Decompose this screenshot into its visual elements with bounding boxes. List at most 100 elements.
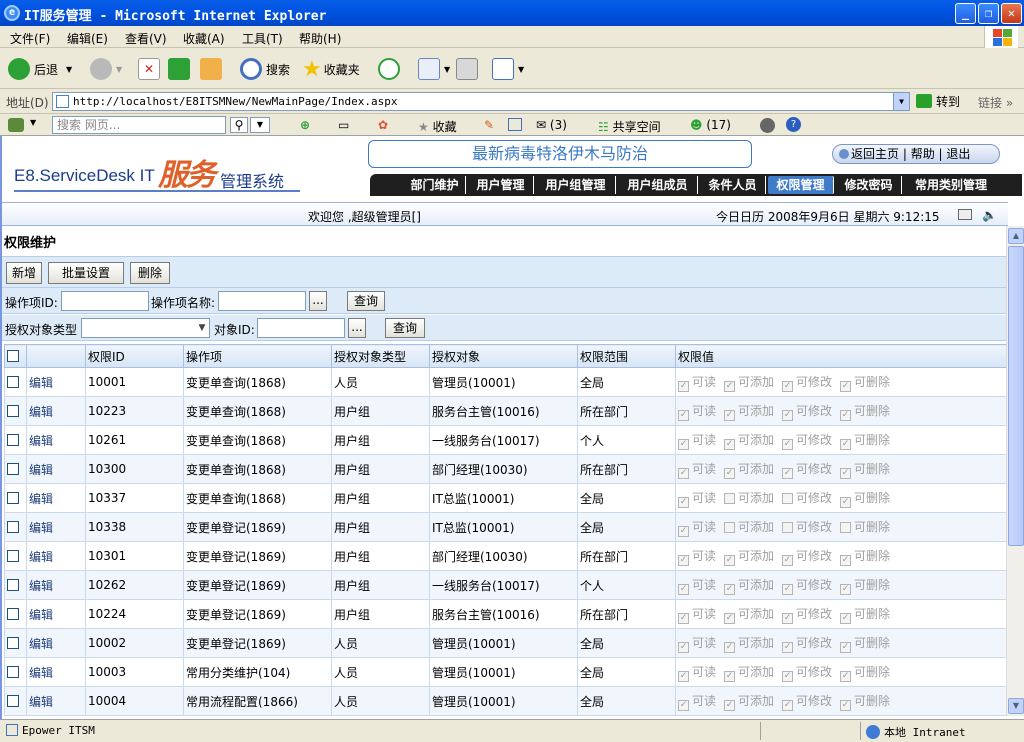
help-link[interactable]: 帮助 [911,147,935,161]
op-id-input[interactable] [61,291,149,311]
menu-edit[interactable]: 编辑(E) [67,30,108,47]
forward-dropdown-icon[interactable]: ▼ [116,65,122,74]
header-operation[interactable]: 操作项 [183,344,332,368]
nav-group-members[interactable]: 用户组成员 [618,176,698,194]
nav-dept[interactable]: 部门维护 [404,176,466,194]
edit-link[interactable]: 编辑 [29,637,53,651]
edit-link[interactable]: 编辑 [29,492,53,506]
history-button[interactable] [378,57,404,81]
row-checkbox[interactable] [7,550,19,562]
help-icon[interactable]: ? [786,117,801,132]
web-search-go-icon[interactable]: ⚲ [230,117,248,133]
edit-link[interactable]: 编辑 [29,695,53,709]
menu-tools[interactable]: 工具(T) [242,30,283,47]
friends-button[interactable]: ☻ (17) [690,118,731,132]
favorites-toolbar-button[interactable]: ★ 收藏 [418,118,457,135]
edit-link[interactable]: 编辑 [29,405,53,419]
search-button[interactable]: 搜索 [240,57,290,81]
nav-condition-users[interactable]: 条件人员 [700,176,766,194]
add-icon[interactable]: ⊕ [300,118,310,132]
header-object[interactable]: 授权对象 [429,344,578,368]
forward-button[interactable]: ▼ [90,57,122,81]
row-checkbox[interactable] [7,666,19,678]
select-all-checkbox[interactable] [7,350,19,362]
obj-picker-button[interactable]: ... [348,318,366,338]
window-icon[interactable]: ▭ [338,118,349,132]
mail-button[interactable]: ▼ [418,57,450,81]
home-link[interactable]: 返回主页 [851,147,899,161]
note-icon[interactable] [508,118,522,131]
back-button[interactable]: 后退 ▼ [8,57,72,81]
menu-favorites[interactable]: 收藏(A) [183,30,225,47]
row-checkbox[interactable] [7,405,19,417]
minimize-button[interactable]: _ [955,3,976,24]
header-scope[interactable]: 权限范围 [577,344,676,368]
restore-button[interactable]: ❐ [978,3,999,24]
home-button[interactable] [200,57,226,81]
print-button[interactable] [456,57,482,81]
address-dropdown-icon[interactable]: ▼ [893,93,909,110]
header-object-type[interactable]: 授权对象类型 [331,344,430,368]
nav-categories[interactable]: 常用类别管理 [904,176,998,194]
favorites-button[interactable]: ★ 收藏夹 [302,57,360,82]
op-name-input[interactable] [218,291,306,311]
edit-link[interactable]: 编辑 [29,550,53,564]
header-perm-values[interactable]: 权限值 [675,344,1006,368]
obj-id-input[interactable] [257,318,345,338]
go-button[interactable]: 转到 [916,93,960,110]
edit-link[interactable]: 编辑 [29,376,53,390]
highlighter-icon[interactable]: ✎ [484,118,494,132]
toolbar-logo-dropdown-icon[interactable]: ▼ [30,118,36,127]
edit-dropdown-icon[interactable]: ▼ [518,65,524,74]
links-button[interactable]: 链接 » [978,94,1013,111]
scroll-thumb[interactable] [1008,246,1024,546]
edit-link[interactable]: 编辑 [29,434,53,448]
row-checkbox[interactable] [7,695,19,707]
mail-dropdown-icon[interactable]: ▼ [444,65,450,74]
op-picker-button[interactable]: ... [309,291,327,311]
nav-change-password[interactable]: 修改密码 [836,176,902,194]
mail-toolbar-button[interactable]: ✉ (3) [536,118,567,132]
logout-link[interactable]: 退出 [946,147,970,161]
obj-type-select[interactable]: ▼ [81,318,210,338]
row-checkbox[interactable] [7,608,19,620]
edit-page-button[interactable]: ▼ [492,57,524,81]
query-button-2[interactable]: 查询 [385,318,425,338]
vertical-scrollbar[interactable]: ▲ ▼ [1006,226,1024,716]
row-checkbox[interactable] [7,463,19,475]
edit-link[interactable]: 编辑 [29,666,53,680]
refresh-button[interactable] [168,57,194,81]
add-button[interactable]: 新增 [6,262,42,284]
scroll-down-icon[interactable]: ▼ [1008,698,1024,714]
row-checkbox[interactable] [7,579,19,591]
nav-users[interactable]: 用户管理 [468,176,534,194]
speaker-icon[interactable]: 🔈 [982,208,997,222]
menu-view[interactable]: 查看(V) [125,30,167,47]
edit-link[interactable]: 编辑 [29,463,53,477]
batch-set-button[interactable]: 批量设置 [48,262,124,284]
address-input[interactable]: http://localhost/E8ITSMNew/NewMainPage/I… [52,92,910,111]
menu-file[interactable]: 文件(F) [10,30,50,47]
web-search-input[interactable]: 搜索 网页... [52,116,226,134]
row-checkbox[interactable] [7,492,19,504]
row-checkbox[interactable] [7,521,19,533]
stop-button[interactable]: ✕ [138,57,164,81]
back-dropdown-icon[interactable]: ▼ [66,65,72,74]
edit-link[interactable]: 编辑 [29,579,53,593]
book-icon[interactable] [958,209,972,220]
row-checkbox[interactable] [7,434,19,446]
msn-icon[interactable]: ✿ [378,118,388,132]
share-space-button[interactable]: ☷ 共享空间 [598,118,661,135]
nav-permissions[interactable]: 权限管理 [768,176,834,194]
menu-help[interactable]: 帮助(H) [299,30,341,47]
edit-link[interactable]: 编辑 [29,608,53,622]
header-perm-id[interactable]: 权限ID [85,344,184,368]
web-search-dropdown-icon[interactable]: ▼ [250,117,270,133]
edit-link[interactable]: 编辑 [29,521,53,535]
scroll-up-icon[interactable]: ▲ [1008,228,1024,244]
row-checkbox[interactable] [7,637,19,649]
delete-button[interactable]: 删除 [130,262,170,284]
nav-user-groups[interactable]: 用户组管理 [536,176,616,194]
query-button-1[interactable]: 查询 [347,291,385,311]
news-banner[interactable]: 最新病毒特洛伊木马防治 [368,140,752,168]
